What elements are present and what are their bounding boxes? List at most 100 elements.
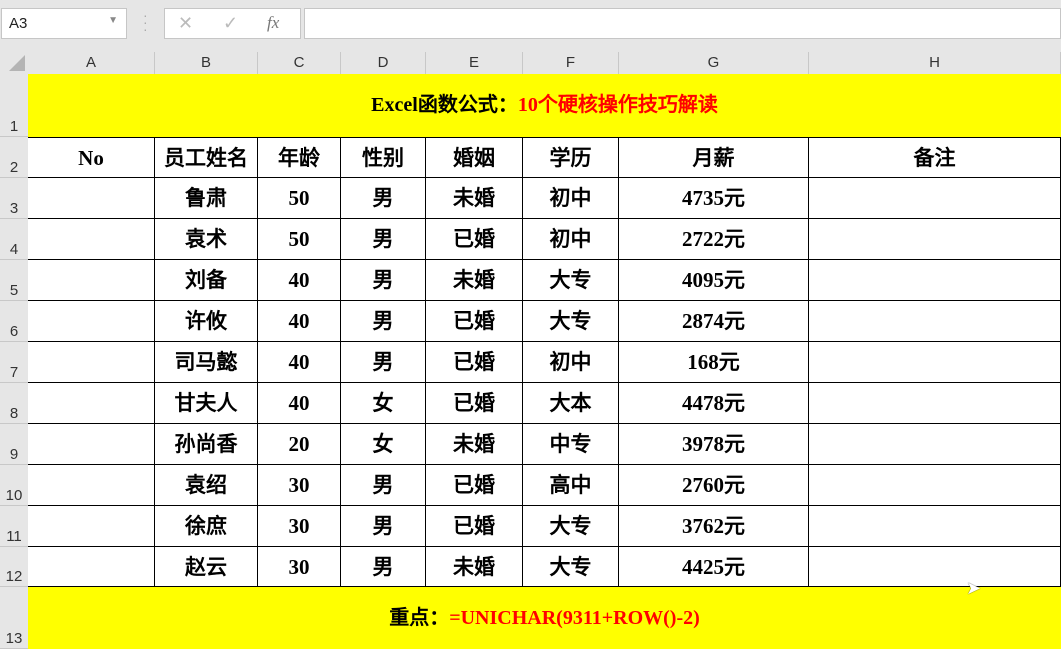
table-cell[interactable]: 中专 [523, 424, 619, 465]
table-cell[interactable]: 大专 [523, 301, 619, 342]
table-cell[interactable] [809, 219, 1061, 260]
table-cell[interactable]: 已婚 [426, 506, 523, 547]
table-cell[interactable]: 大本 [523, 383, 619, 424]
row-header-2[interactable]: 2 [0, 137, 28, 178]
table-cell[interactable]: 鲁肃 [155, 178, 258, 219]
table-cell[interactable] [28, 547, 155, 587]
header-cell[interactable]: 婚姻 [426, 137, 523, 178]
table-cell[interactable]: 女 [341, 424, 426, 465]
table-cell[interactable]: 男 [341, 260, 426, 301]
header-cell[interactable]: No [28, 137, 155, 178]
insert-function-icon[interactable]: fx [267, 13, 279, 33]
table-cell[interactable] [809, 547, 1061, 587]
table-cell[interactable] [809, 465, 1061, 506]
row-header-13[interactable]: 13 [0, 587, 28, 649]
table-cell[interactable]: 未婚 [426, 424, 523, 465]
chevron-down-icon[interactable]: ▼ [108, 15, 118, 26]
table-cell[interactable]: 袁绍 [155, 465, 258, 506]
table-cell[interactable]: 许攸 [155, 301, 258, 342]
column-header-H[interactable]: H [809, 52, 1061, 74]
table-cell[interactable]: 男 [341, 506, 426, 547]
column-header-E[interactable]: E [426, 52, 523, 74]
table-cell[interactable] [809, 506, 1061, 547]
table-cell[interactable] [28, 383, 155, 424]
table-cell[interactable]: 刘备 [155, 260, 258, 301]
table-cell[interactable]: 孙尚香 [155, 424, 258, 465]
table-cell[interactable]: 女 [341, 383, 426, 424]
table-cell[interactable]: 4095元 [619, 260, 809, 301]
table-cell[interactable]: 大专 [523, 547, 619, 587]
name-box[interactable]: A3▼ [1, 8, 127, 39]
table-cell[interactable]: 4478元 [619, 383, 809, 424]
header-cell[interactable]: 备注 [809, 137, 1061, 178]
row-header-3[interactable]: 3 [0, 178, 28, 219]
header-cell[interactable]: 性别 [341, 137, 426, 178]
table-cell[interactable]: 50 [258, 219, 341, 260]
table-cell[interactable]: 30 [258, 465, 341, 506]
table-cell[interactable]: 未婚 [426, 260, 523, 301]
select-all-button[interactable] [0, 52, 28, 74]
table-cell[interactable]: 50 [258, 178, 341, 219]
row-header-4[interactable]: 4 [0, 219, 28, 260]
table-cell[interactable]: 40 [258, 301, 341, 342]
title-banner[interactable]: Excel函数公式：10个硬核操作技巧解读 [28, 74, 1061, 137]
table-cell[interactable]: 赵云 [155, 547, 258, 587]
header-cell[interactable]: 月薪 [619, 137, 809, 178]
table-cell[interactable]: 4425元 [619, 547, 809, 587]
header-cell[interactable]: 学历 [523, 137, 619, 178]
table-cell[interactable]: 已婚 [426, 219, 523, 260]
table-cell[interactable]: 2760元 [619, 465, 809, 506]
table-cell[interactable] [28, 260, 155, 301]
table-cell[interactable]: 已婚 [426, 301, 523, 342]
table-cell[interactable] [809, 178, 1061, 219]
table-cell[interactable]: 40 [258, 260, 341, 301]
column-header-A[interactable]: A [28, 52, 155, 74]
table-cell[interactable] [28, 506, 155, 547]
table-cell[interactable]: 168元 [619, 342, 809, 383]
table-cell[interactable]: 已婚 [426, 465, 523, 506]
row-header-5[interactable]: 5 [0, 260, 28, 301]
cancel-icon[interactable]: ✕ [178, 13, 193, 34]
table-cell[interactable]: 30 [258, 547, 341, 587]
row-header-6[interactable]: 6 [0, 301, 28, 342]
column-header-B[interactable]: B [155, 52, 258, 74]
table-cell[interactable]: 30 [258, 506, 341, 547]
table-cell[interactable] [28, 178, 155, 219]
table-cell[interactable]: 男 [341, 342, 426, 383]
table-cell[interactable]: 4735元 [619, 178, 809, 219]
table-cell[interactable]: 3978元 [619, 424, 809, 465]
table-cell[interactable]: 大专 [523, 506, 619, 547]
table-cell[interactable] [28, 301, 155, 342]
table-cell[interactable] [809, 342, 1061, 383]
row-header-11[interactable]: 11 [0, 506, 28, 547]
table-cell[interactable]: 男 [341, 301, 426, 342]
table-cell[interactable]: 40 [258, 383, 341, 424]
table-cell[interactable]: 2722元 [619, 219, 809, 260]
table-cell[interactable] [28, 219, 155, 260]
row-header-9[interactable]: 9 [0, 424, 28, 465]
table-cell[interactable] [28, 465, 155, 506]
table-cell[interactable]: 未婚 [426, 547, 523, 587]
table-cell[interactable]: 袁术 [155, 219, 258, 260]
table-cell[interactable]: 已婚 [426, 342, 523, 383]
table-cell[interactable]: 3762元 [619, 506, 809, 547]
table-cell[interactable]: 大专 [523, 260, 619, 301]
table-cell[interactable]: 已婚 [426, 383, 523, 424]
column-header-F[interactable]: F [523, 52, 619, 74]
table-cell[interactable] [28, 424, 155, 465]
column-header-G[interactable]: G [619, 52, 809, 74]
table-cell[interactable] [28, 342, 155, 383]
table-cell[interactable]: 40 [258, 342, 341, 383]
table-cell[interactable]: 司马懿 [155, 342, 258, 383]
row-header-8[interactable]: 8 [0, 383, 28, 424]
row-header-10[interactable]: 10 [0, 465, 28, 506]
table-cell[interactable]: 徐庶 [155, 506, 258, 547]
formula-input[interactable] [304, 8, 1061, 39]
table-cell[interactable]: 2874元 [619, 301, 809, 342]
enter-icon[interactable]: ✓ [223, 13, 238, 34]
column-header-C[interactable]: C [258, 52, 341, 74]
table-cell[interactable]: 甘夫人 [155, 383, 258, 424]
table-cell[interactable]: 高中 [523, 465, 619, 506]
column-header-D[interactable]: D [341, 52, 426, 74]
table-cell[interactable] [809, 260, 1061, 301]
